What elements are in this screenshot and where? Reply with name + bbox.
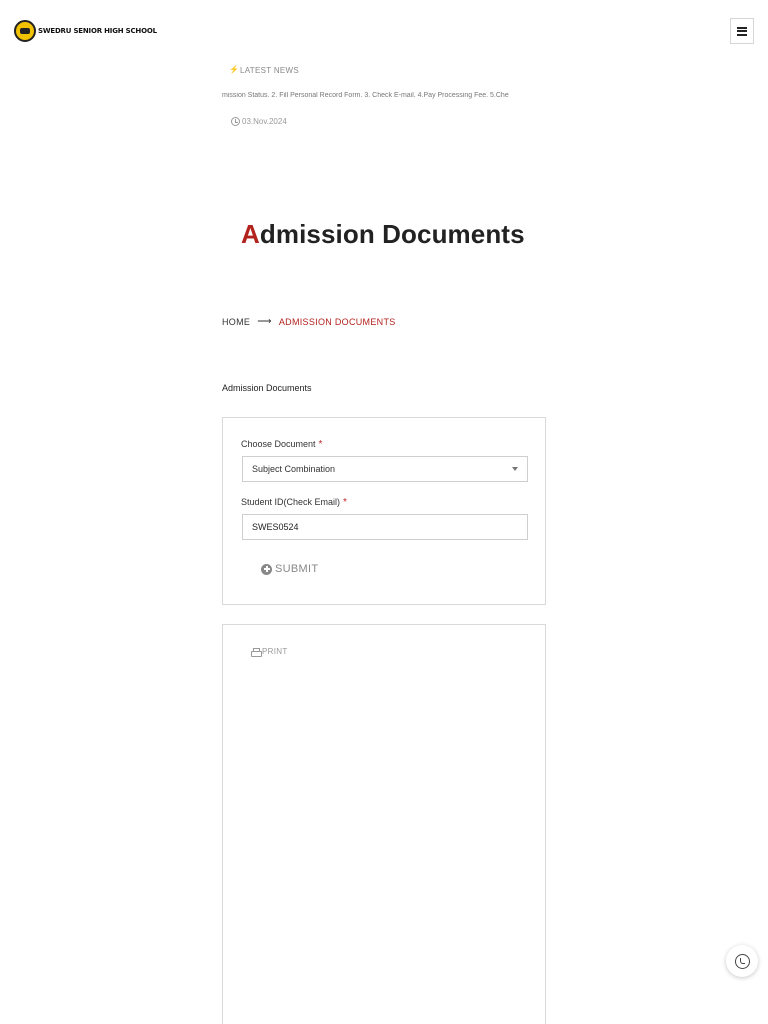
submit-button-label: SUBMIT	[275, 563, 319, 575]
page-title: Admission Documents	[241, 219, 525, 250]
whatsapp-icon	[734, 953, 750, 969]
student-id-input[interactable]	[242, 514, 528, 540]
menu-button[interactable]	[730, 18, 754, 44]
news-date-text: 03.Nov.2024	[242, 117, 287, 126]
submit-button[interactable]: SUBMIT	[261, 563, 318, 575]
news-ticker[interactable]: mission Status. 2. Fill Personal Record …	[222, 92, 548, 104]
required-asterisk: *	[318, 439, 323, 450]
print-button[interactable]: PRINT	[251, 647, 288, 657]
arrow-right-icon: ⟶	[257, 316, 272, 327]
news-date: 03.Nov.2024	[231, 117, 287, 126]
choose-document-value: Subject Combination	[252, 464, 336, 474]
latest-news-label: LATEST NEWS	[229, 65, 300, 75]
breadcrumb: HOME ⟶ ADMISSION DOCUMENTS	[222, 316, 396, 327]
clock-icon	[231, 117, 240, 126]
document-form: Choose Document * Subject Combination Stu…	[222, 417, 546, 605]
hamburger-menu-icon	[737, 26, 747, 36]
page-title-initial: A	[241, 219, 260, 249]
latest-news-text: LATEST NEWS	[240, 66, 300, 75]
breadcrumb-home-link[interactable]: HOME	[222, 317, 250, 327]
whatsapp-button[interactable]	[726, 945, 758, 977]
student-id-label: Student ID(Check Email) *	[241, 497, 347, 508]
printer-icon	[251, 647, 262, 657]
news-ticker-text: mission Status. 2. Fill Personal Record …	[222, 92, 509, 99]
choose-document-select[interactable]: Subject Combination	[242, 456, 528, 482]
school-crest-icon	[14, 20, 36, 42]
logo-text: SWEDRU SENIOR HIGH SCHOOL	[38, 27, 157, 35]
document-preview-panel: PRINT	[222, 624, 546, 1024]
student-id-label-text: Student ID(Check Email)	[241, 497, 341, 507]
dropdown-caret-icon	[512, 467, 518, 471]
breadcrumb-current: ADMISSION DOCUMENTS	[278, 316, 396, 327]
required-asterisk: *	[343, 497, 347, 508]
print-button-label: PRINT	[262, 647, 288, 656]
plus-circle-icon	[261, 563, 272, 575]
site-logo[interactable]: SWEDRU SENIOR HIGH SCHOOL	[14, 20, 157, 42]
choose-document-label: Choose Document *	[241, 439, 322, 450]
section-label: Admission Documents	[222, 383, 312, 393]
lightning-icon	[229, 65, 239, 75]
choose-document-label-text: Choose Document	[241, 439, 316, 449]
page-title-rest: dmission Documents	[259, 219, 525, 249]
